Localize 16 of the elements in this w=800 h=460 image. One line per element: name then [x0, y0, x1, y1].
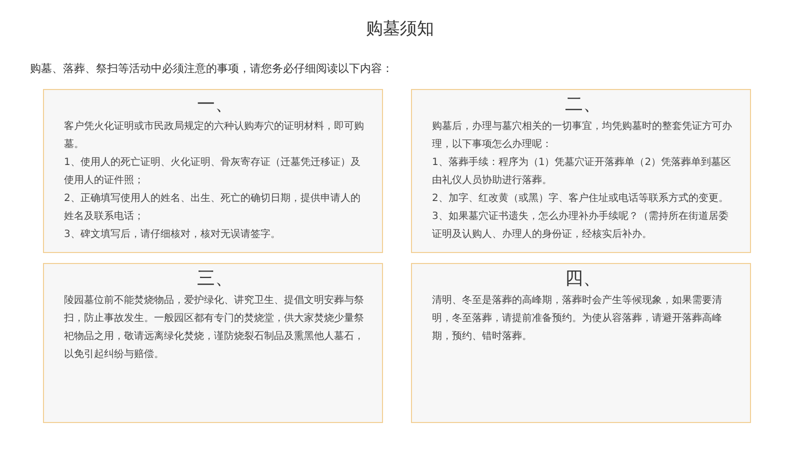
card-heading: 一、	[196, 94, 234, 116]
card-heading: 二、	[564, 94, 602, 116]
card-text: 购墓后，办理与墓穴相关的一切事宜，均凭购墓时的整套凭证方可办理，以下事项怎么办理呢：	[432, 120, 733, 152]
card-text: 2、正确填写使用人的姓名、出生、死亡的确切日期，提供申请人的姓名及联系电话；	[64, 192, 362, 224]
card-text: 3、如果墓穴证书遗失，怎么办理补办手续呢？（需持所在街道居委证明及认购人、办理人的身份证，经核实后补办。	[432, 210, 730, 242]
page-title: 购墓须知	[365, 18, 435, 41]
card-heading: 四、	[564, 268, 602, 290]
card-text: 3、碑文填写后，请仔细核对，核对无误请签字。	[64, 228, 282, 242]
card-text: 1、使用人的死亡证明、火化证明、骨灰寄存证（迁墓凭迁移证）及使用人的证件照；	[64, 156, 362, 188]
card-text: 清明、冬至是落葬的高峰期，落葬时会产生等候现象，如果需要清明，冬至落葬，请提前准备预约。为使从容落葬，请避开落葬高峰期，预约、错时落葬。	[432, 294, 723, 344]
card-text: 1、落葬手续：程序为（1）凭墓穴证开落葬单（2）凭落葬单到墓区由礼仪人员协助进行落葬。	[432, 156, 732, 188]
card-text: 2、加字、红改黄（或黑）字、客户住址或电话等联系方式的变更。	[432, 192, 730, 206]
card-text: 客户凭火化证明或市民政局规定的六种认购寿穴的证明材料，即可购墓。	[64, 120, 365, 152]
card-heading: 三、	[196, 268, 234, 290]
card-text: 陵园墓位前不能焚烧物品，爱护绿化、讲究卫生、提倡文明安葬与祭扫，防止事故发生。一般园区都有专门的焚烧堂，供大家焚烧少量祭祀物品之用，敬请远离绿化焚烧，谨防烧裂石制品及熏黑他人墓石，以免引起纠纷与赔偿。	[64, 294, 365, 362]
intro-text: 购墓、落葬、祭扫等活动中必须注意的事项，请您务必仔细阅读以下内容：	[30, 61, 394, 77]
